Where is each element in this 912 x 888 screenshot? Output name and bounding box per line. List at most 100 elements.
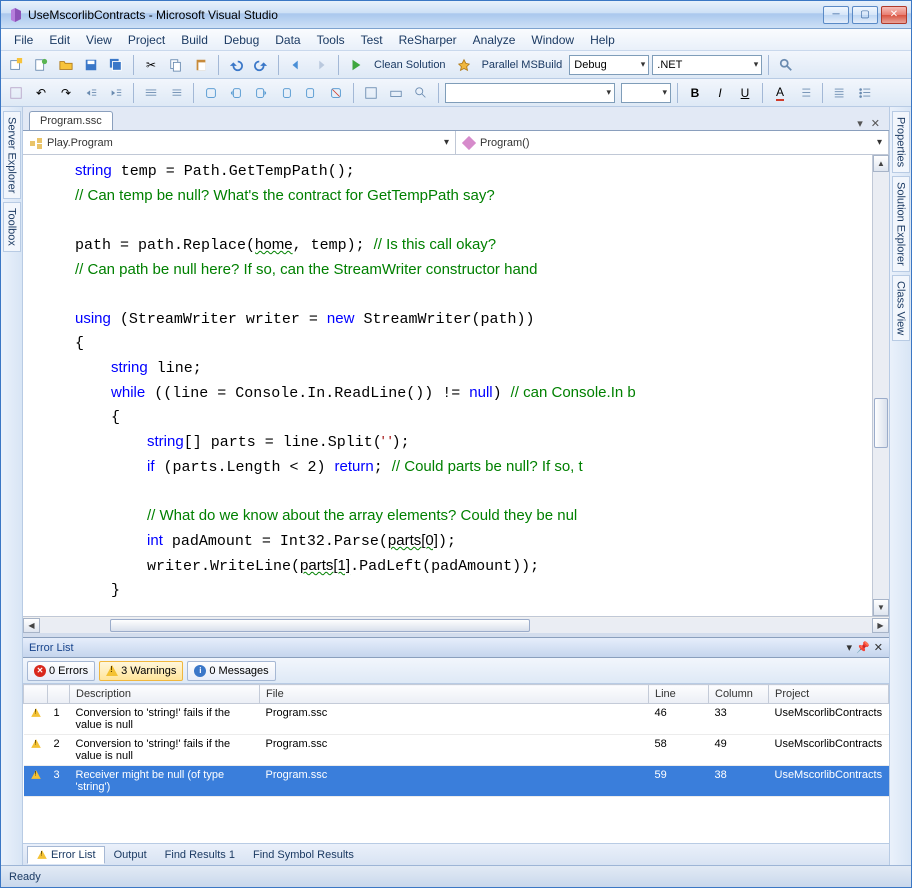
- bottom-tab-find1[interactable]: Find Results 1: [156, 846, 244, 864]
- bookmark-clear-button[interactable]: [325, 82, 347, 104]
- solution-explorer-tab[interactable]: Solution Explorer: [892, 176, 910, 272]
- menu-project[interactable]: Project: [121, 31, 172, 49]
- editor-vscrollbar[interactable]: ▲ ▼: [872, 155, 889, 616]
- tb2-list1[interactable]: [794, 82, 816, 104]
- close-button[interactable]: ✕: [881, 6, 907, 24]
- minimize-button[interactable]: ─: [823, 6, 849, 24]
- add-item-button[interactable]: [30, 54, 52, 76]
- messages-filter-button[interactable]: i0 Messages: [187, 661, 275, 681]
- config-combo[interactable]: Debug: [569, 55, 649, 75]
- uncomment-button[interactable]: [165, 82, 187, 104]
- col-icon[interactable]: [24, 685, 48, 704]
- class-view-tab[interactable]: Class View: [892, 275, 910, 341]
- tab-close-button[interactable]: ✕: [868, 117, 883, 130]
- tb2-a[interactable]: [5, 82, 27, 104]
- bookmark-prev-button[interactable]: [225, 82, 247, 104]
- font-color-button[interactable]: A: [769, 82, 791, 104]
- tb2-x3[interactable]: [410, 82, 432, 104]
- redo-button[interactable]: [250, 54, 272, 76]
- tb2-x1[interactable]: [360, 82, 382, 104]
- nav-next-button[interactable]: ↷: [55, 82, 77, 104]
- font-size-combo[interactable]: [621, 83, 671, 103]
- menu-tools[interactable]: Tools: [310, 31, 352, 49]
- hscroll-thumb[interactable]: [110, 619, 530, 632]
- member-combo[interactable]: Program(): [456, 131, 889, 154]
- indent-less-button[interactable]: [80, 82, 102, 104]
- open-button[interactable]: [55, 54, 77, 76]
- menu-analyze[interactable]: Analyze: [466, 31, 523, 49]
- copy-button[interactable]: [165, 54, 187, 76]
- undo-button[interactable]: [225, 54, 247, 76]
- bookmark-next-button[interactable]: [250, 82, 272, 104]
- bookmark-next-folder-button[interactable]: [300, 82, 322, 104]
- bookmark-prev-folder-button[interactable]: [275, 82, 297, 104]
- tb2-bullets[interactable]: [854, 82, 876, 104]
- tb2-list2[interactable]: [829, 82, 851, 104]
- panel-close-button[interactable]: ✕: [874, 641, 883, 654]
- tab-program-ssc[interactable]: Program.ssc: [29, 111, 113, 130]
- toolbox-tab[interactable]: Toolbox: [3, 202, 21, 252]
- bookmark-button[interactable]: [200, 82, 222, 104]
- paste-button[interactable]: [190, 54, 212, 76]
- indent-more-button[interactable]: [105, 82, 127, 104]
- font-name-combo[interactable]: [445, 83, 615, 103]
- bottom-tab-findsymbol[interactable]: Find Symbol Results: [244, 846, 363, 864]
- start-debug-button[interactable]: [345, 54, 367, 76]
- clean-solution-link[interactable]: Clean Solution: [370, 59, 450, 71]
- menu-resharper[interactable]: ReSharper: [392, 31, 464, 49]
- save-all-button[interactable]: [105, 54, 127, 76]
- properties-tab[interactable]: Properties: [892, 111, 910, 173]
- panel-pin-button[interactable]: 📌: [856, 641, 870, 654]
- bold-button[interactable]: B: [684, 82, 706, 104]
- cut-button[interactable]: ✂: [140, 54, 162, 76]
- find-in-files-button[interactable]: [775, 54, 797, 76]
- errors-filter-button[interactable]: ✕0 Errors: [27, 661, 95, 681]
- menu-view[interactable]: View: [79, 31, 119, 49]
- menu-build[interactable]: Build: [174, 31, 215, 49]
- menu-test[interactable]: Test: [354, 31, 390, 49]
- italic-button[interactable]: I: [709, 82, 731, 104]
- scroll-down-button[interactable]: ▼: [873, 599, 889, 616]
- comment-button[interactable]: [140, 82, 162, 104]
- server-explorer-tab[interactable]: Server Explorer: [3, 111, 21, 199]
- col-line[interactable]: Line: [649, 685, 709, 704]
- menu-file[interactable]: File: [7, 31, 40, 49]
- navigate-forward-button[interactable]: [310, 54, 332, 76]
- panel-menu-button[interactable]: ▾: [847, 641, 853, 654]
- col-col[interactable]: Column: [709, 685, 769, 704]
- menu-window[interactable]: Window: [524, 31, 581, 49]
- menu-debug[interactable]: Debug: [217, 31, 266, 49]
- col-proj[interactable]: Project: [769, 685, 889, 704]
- underline-button[interactable]: U: [734, 82, 756, 104]
- title-bar[interactable]: UseMscorlibContracts - Microsoft Visual …: [1, 1, 911, 29]
- scroll-left-button[interactable]: ◀: [23, 618, 40, 633]
- col-file[interactable]: File: [260, 685, 649, 704]
- error-grid[interactable]: Description File Line Column Project 1Co…: [23, 684, 889, 843]
- warnings-filter-button[interactable]: 3 Warnings: [99, 661, 183, 681]
- editor-hscrollbar[interactable]: ◀ ▶: [23, 616, 889, 633]
- menu-data[interactable]: Data: [268, 31, 307, 49]
- menu-help[interactable]: Help: [583, 31, 622, 49]
- type-combo[interactable]: Play.Program: [23, 131, 456, 154]
- error-row[interactable]: 2Conversion to 'string!' fails if the va…: [24, 735, 889, 766]
- maximize-button[interactable]: ▢: [852, 6, 878, 24]
- tab-dropdown-button[interactable]: ▾: [854, 117, 866, 130]
- tb2-x2[interactable]: [385, 82, 407, 104]
- nav-prev-button[interactable]: ↶: [30, 82, 52, 104]
- vscroll-thumb[interactable]: [874, 398, 888, 448]
- bottom-tab-errorlist[interactable]: Error List: [27, 846, 105, 864]
- error-row[interactable]: 1Conversion to 'string!' fails if the va…: [24, 704, 889, 735]
- parallel-msbuild-link[interactable]: Parallel MSBuild: [478, 59, 567, 71]
- new-project-button[interactable]: [5, 54, 27, 76]
- col-desc[interactable]: Description: [70, 685, 260, 704]
- save-button[interactable]: [80, 54, 102, 76]
- menu-edit[interactable]: Edit: [42, 31, 77, 49]
- col-num[interactable]: [48, 685, 70, 704]
- error-row[interactable]: 3Receiver might be null (of type 'string…: [24, 766, 889, 797]
- platform-combo[interactable]: .NET: [652, 55, 762, 75]
- bottom-tab-output[interactable]: Output: [105, 846, 156, 864]
- panel-title-bar[interactable]: Error List ▾ 📌 ✕: [23, 638, 889, 658]
- scroll-up-button[interactable]: ▲: [873, 155, 889, 172]
- navigate-back-button[interactable]: [285, 54, 307, 76]
- scroll-right-button[interactable]: ▶: [872, 618, 889, 633]
